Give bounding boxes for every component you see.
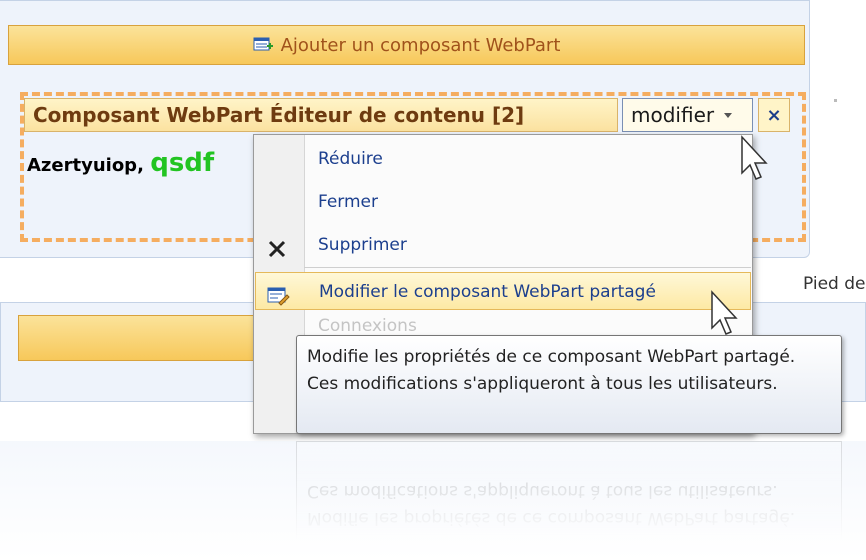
add-webpart-button[interactable]: Ajouter un composant WebPart bbox=[8, 25, 805, 65]
menu-item-supprimer[interactable]: Supprimer bbox=[255, 226, 751, 264]
content-text-black: Azertyuiop bbox=[27, 155, 138, 176]
mouse-cursor-icon bbox=[711, 290, 738, 335]
modifier-menu-button[interactable]: modifier bbox=[622, 98, 753, 132]
mouse-cursor-icon bbox=[741, 135, 768, 180]
menu-item-label: Fermer bbox=[318, 192, 379, 212]
menu-item-label: Connexions bbox=[318, 316, 417, 334]
webpart-content: Azertyuiop, qsdf bbox=[27, 148, 214, 178]
add-webpart-icon bbox=[253, 36, 275, 54]
menu-item-connexions[interactable]: Connexions bbox=[255, 314, 751, 334]
modifier-label: modifier bbox=[631, 103, 715, 127]
decorative-dot bbox=[834, 99, 837, 102]
menu-item-label: Réduire bbox=[318, 149, 383, 169]
close-icon: × bbox=[766, 104, 782, 126]
edit-webpart-icon bbox=[266, 282, 290, 306]
menu-item-label: Modifier le composant WebPart partagé bbox=[319, 282, 656, 302]
menu-item-reduire[interactable]: Réduire bbox=[255, 140, 751, 178]
chevron-down-icon bbox=[724, 112, 733, 118]
menu-separator bbox=[304, 267, 751, 268]
menu-item-fermer[interactable]: Fermer bbox=[255, 183, 751, 221]
menu-item-label: Supprimer bbox=[318, 235, 407, 255]
menu-item-modifier-partage[interactable]: Modifier le composant WebPart partagé bbox=[255, 272, 751, 310]
webpart-title: Composant WebPart Éditeur de contenu [2] bbox=[24, 98, 618, 132]
content-separator: , bbox=[137, 155, 144, 176]
tooltip: Modifie les propriétés de ce composant W… bbox=[296, 335, 842, 434]
close-webpart-button[interactable]: × bbox=[758, 98, 790, 132]
delete-x-icon bbox=[265, 235, 289, 258]
tooltip-reflection: Modifie les propriétés de ce composant W… bbox=[296, 441, 842, 540]
add-webpart-label: Ajouter un composant WebPart bbox=[280, 34, 561, 56]
footer-text: Pied de bbox=[803, 274, 866, 294]
content-text-green: qsdf bbox=[150, 148, 215, 178]
